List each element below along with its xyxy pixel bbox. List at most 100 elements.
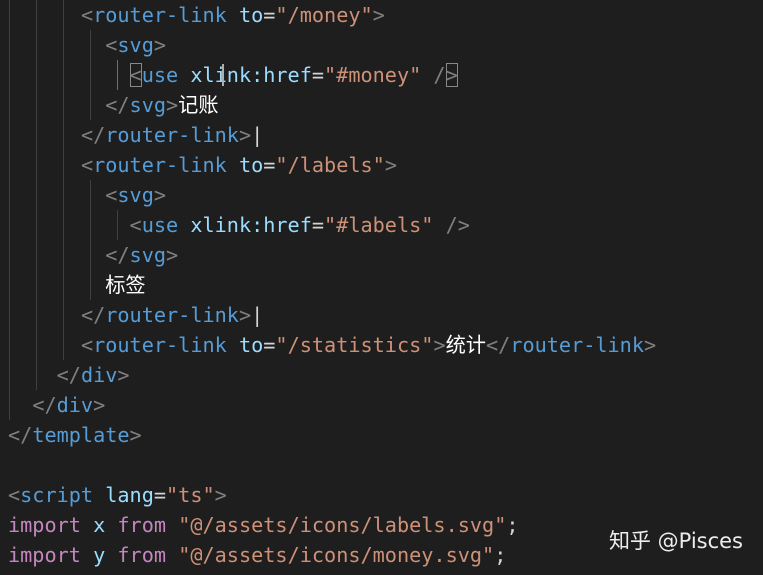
code-line[interactable]: <use xlink:href="#labels" /> (8, 210, 470, 240)
code-token: < (105, 33, 118, 57)
code-line[interactable]: 标签 (8, 270, 146, 300)
code-line[interactable]: <script lang="ts"> (8, 480, 227, 510)
text-caret (222, 64, 224, 86)
code-token: > (384, 153, 397, 177)
code-line[interactable]: </div> (8, 360, 130, 390)
code-editor[interactable]: <router-link to="/money"> <svg> <use xli… (0, 0, 763, 575)
code-token: div (80, 363, 118, 387)
code-token: svg (129, 243, 167, 267)
text-cursor: | (251, 123, 264, 147)
code-token: import (8, 543, 81, 567)
code-line[interactable]: <svg> (8, 30, 166, 60)
code-token: router-link (93, 153, 227, 177)
code-token: import (8, 513, 81, 537)
code-token: "#money" (324, 63, 422, 87)
code-line[interactable]: </div> (8, 390, 105, 420)
code-token: to (238, 153, 264, 177)
code-line[interactable]: <use xlink:href="#money" /> (8, 60, 458, 90)
code-token: / (421, 63, 446, 87)
code-token: svg (117, 183, 154, 207)
code-token: </ (56, 363, 81, 387)
code-token: </ (105, 93, 130, 117)
code-token: to (238, 333, 264, 357)
code-token: 标签 (105, 273, 146, 297)
code-token: </ (8, 423, 33, 447)
code-token: router-link (93, 3, 227, 27)
matching-bracket: > (445, 63, 458, 87)
code-token: = (311, 213, 325, 237)
code-token: "/statistics" (275, 333, 434, 357)
code-line[interactable]: </svg>记账 (8, 90, 219, 120)
code-token: lang (105, 483, 154, 507)
code-line[interactable]: </router-link>| (8, 120, 263, 150)
code-token: </ (80, 123, 106, 147)
code-token: template (32, 423, 130, 447)
code-line[interactable]: <svg> (8, 180, 166, 210)
code-token: > (93, 393, 106, 417)
code-line[interactable]: <router-link to="/labels"> (8, 150, 397, 180)
code-token: > (372, 3, 385, 27)
code-token: = (263, 333, 276, 357)
code-line[interactable]: </router-link>| (8, 300, 263, 330)
code-token: ; (494, 543, 507, 567)
code-token: > (238, 123, 252, 147)
code-token: use (141, 63, 179, 87)
code-line[interactable]: import x from "@/assets/icons/labels.svg… (8, 510, 519, 540)
code-token: "@/assets/icons/labels.svg" (178, 513, 507, 537)
code-line[interactable]: <router-link to="/statistics">统计</router… (8, 330, 656, 360)
code-token: router-link (93, 333, 227, 357)
text-cursor: | (251, 303, 264, 327)
code-token: = (153, 483, 167, 507)
code-token: > (644, 333, 657, 357)
code-token: </ (105, 243, 130, 267)
code-token: div (56, 393, 94, 417)
code-line[interactable]: <router-link to="/money"> (8, 0, 385, 30)
code-token: ; (506, 513, 519, 537)
code-token: = (263, 153, 276, 177)
code-token: /> (433, 213, 470, 237)
watermark-text: 知乎 @Pisces (608, 529, 743, 553)
code-line[interactable]: </svg> (8, 240, 178, 270)
code-token: router-link (105, 123, 239, 147)
code-token: use (141, 213, 179, 237)
code-token: "/labels" (275, 153, 385, 177)
code-token: < (80, 333, 94, 357)
code-token: > (166, 243, 179, 267)
code-token: from (117, 513, 167, 537)
code-token: > (238, 303, 252, 327)
code-token: 记账 (178, 93, 219, 117)
code-token: > (433, 333, 446, 357)
code-token: = (311, 63, 325, 87)
code-token: "@/assets/icons/money.svg" (178, 543, 495, 567)
code-line[interactable]: import y from "@/assets/icons/money.svg"… (8, 540, 506, 570)
code-token: router-link (105, 303, 239, 327)
code-token: > (117, 363, 130, 387)
code-token: > (166, 93, 179, 117)
code-token: < (80, 153, 94, 177)
code-token: "/money" (275, 3, 373, 27)
code-token: </ (32, 393, 57, 417)
code-token: > (153, 183, 167, 207)
code-line[interactable]: </template> (8, 420, 142, 450)
